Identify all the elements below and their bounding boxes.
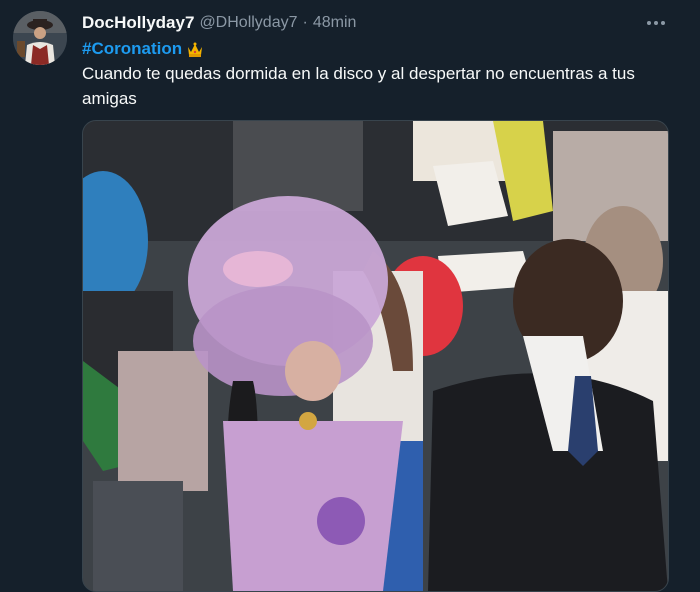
hashtag-line: #Coronation: [82, 39, 204, 59]
hashtag-link[interactable]: #Coronation: [82, 39, 182, 59]
tweet-timestamp[interactable]: 48min: [313, 14, 357, 32]
avatar[interactable]: [13, 11, 67, 65]
separator-dot: ·: [302, 14, 308, 31]
user-handle[interactable]: @DHollyday7: [199, 14, 297, 32]
tweet-video[interactable]: [82, 120, 669, 592]
tweet-text: Cuando te quedas dormida en la disco y a…: [82, 64, 635, 108]
display-name[interactable]: DocHollyday7: [82, 13, 194, 33]
more-horizontal-icon[interactable]: [644, 12, 668, 34]
tweet[interactable]: DocHollyday7 @DHollyday7 · 48min #Corona…: [0, 0, 700, 592]
crown-emoji: [186, 41, 204, 58]
tweet-header: DocHollyday7 @DHollyday7 · 48min: [82, 12, 356, 34]
